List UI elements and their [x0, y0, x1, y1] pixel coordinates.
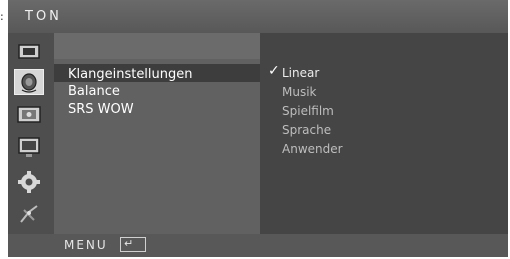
submenu-item-anwender[interactable]: Anwender: [282, 141, 343, 157]
picture-icon[interactable]: [14, 39, 44, 65]
return-icon[interactable]: ↵: [120, 237, 146, 252]
menu-label: MENU: [64, 238, 108, 252]
menu-item-balance[interactable]: Balance: [68, 83, 120, 100]
submenu-item-label: Linear: [282, 66, 320, 80]
antenna-icon[interactable]: [14, 201, 44, 227]
corner-mark: :: [0, 10, 4, 23]
return-arrow-glyph: ↵: [124, 237, 134, 250]
main-menu-list: Klangeinstellungen Balance SRS WOW: [54, 33, 260, 234]
submenu-item-linear[interactable]: ✓ Linear: [268, 63, 320, 81]
display-icon[interactable]: [14, 135, 44, 161]
menu-title: TON: [25, 9, 62, 24]
osd-menu: TON Klangeinstellungen Balance SRS WOW ✓…: [8, 0, 508, 257]
category-sidebar: [8, 33, 54, 234]
menu-item-klangeinstellungen[interactable]: Klangeinstellungen: [68, 66, 193, 83]
submenu-item-sprache[interactable]: Sprache: [282, 122, 331, 138]
time-icon[interactable]: [14, 102, 44, 128]
menu-item-srs-wow[interactable]: SRS WOW: [68, 101, 134, 118]
submenu-panel: ✓ Linear Musik Spielfilm Sprache Anwende…: [260, 33, 508, 234]
submenu-item-musik[interactable]: Musik: [282, 84, 317, 100]
check-icon: ✓: [268, 63, 280, 79]
bottom-bar: MENU ↵: [8, 234, 508, 257]
sound-icon[interactable]: [14, 69, 44, 95]
title-bar: TON: [8, 0, 508, 33]
submenu-item-spielfilm[interactable]: Spielfilm: [282, 103, 334, 119]
settings-gear-icon[interactable]: [14, 169, 44, 195]
